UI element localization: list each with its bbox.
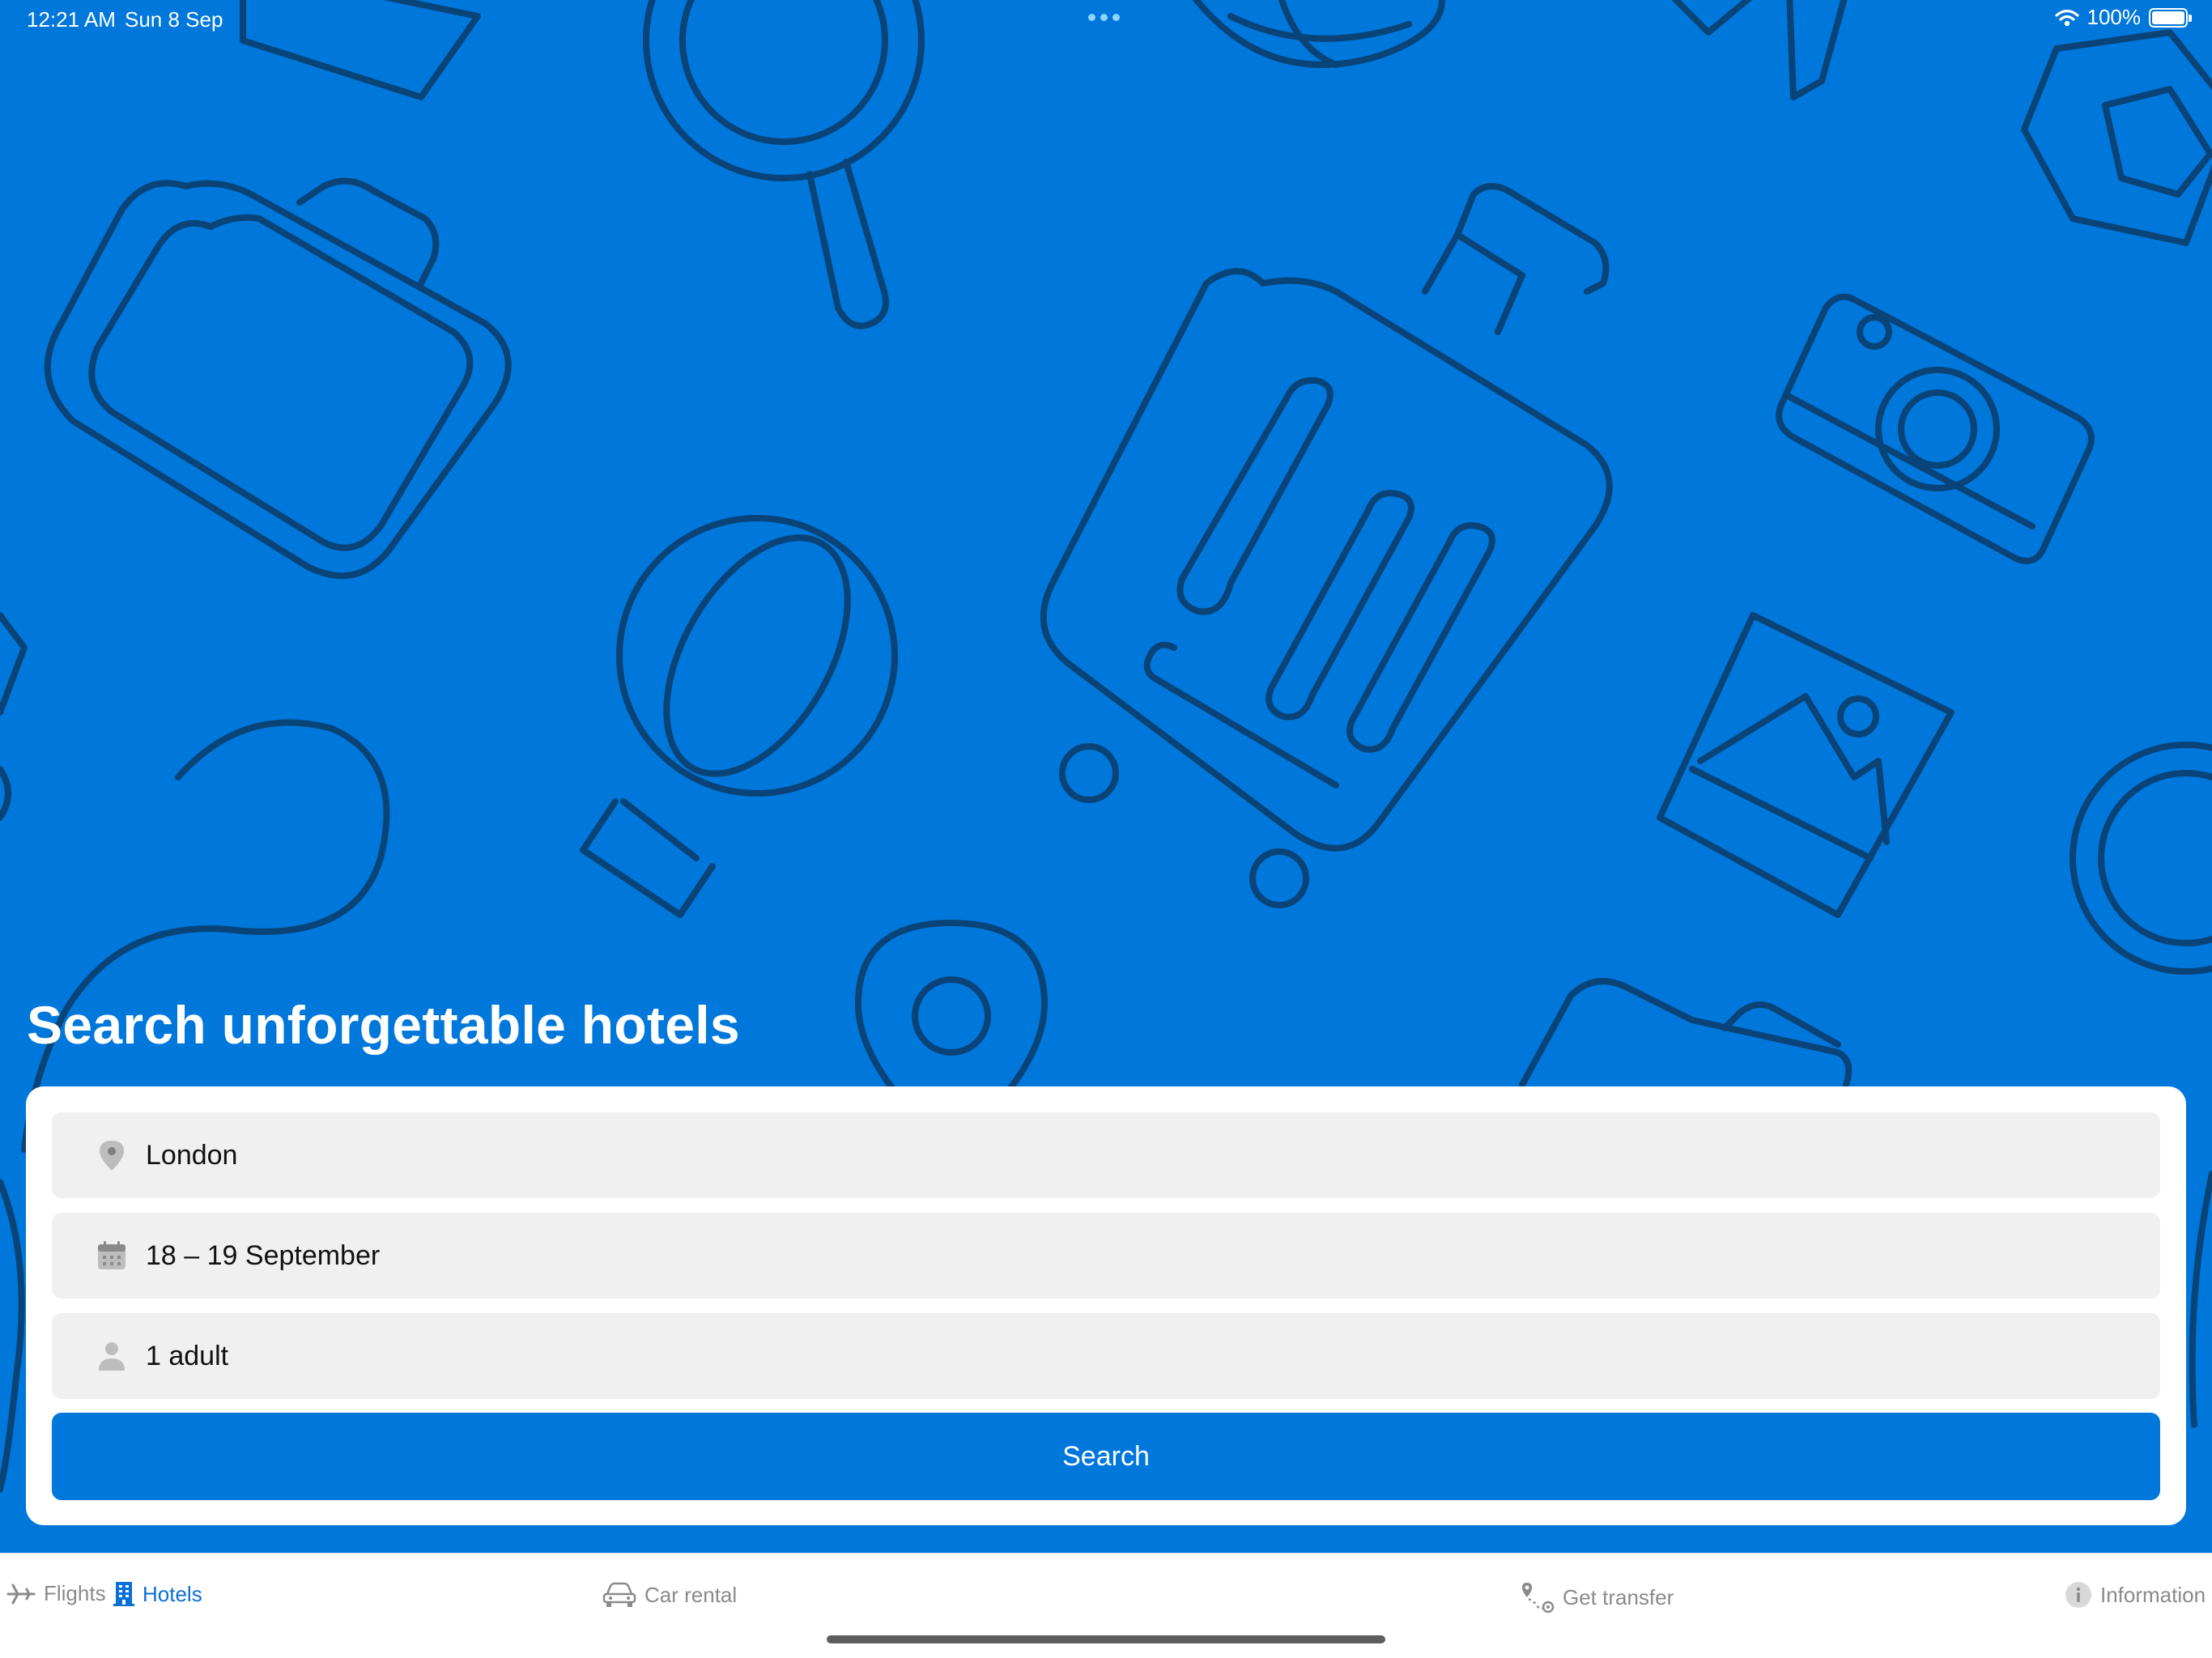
tab-label: Get transfer (1563, 1584, 1674, 1609)
status-right: 100% (2054, 5, 2192, 30)
destination-field[interactable]: London (52, 1112, 2160, 1198)
info-icon (2065, 1582, 2091, 1608)
search-button[interactable]: Search (52, 1413, 2160, 1500)
person-icon (94, 1338, 130, 1374)
dates-value: 18 – 19 September (146, 1239, 381, 1271)
tab-information[interactable]: Information (2065, 1581, 2206, 1609)
calendar-icon (94, 1238, 130, 1273)
wifi-icon (2054, 9, 2079, 26)
page-title: Search unforgettable hotels (27, 995, 740, 1055)
building-icon (113, 1582, 134, 1606)
airplane-icon (6, 1584, 36, 1604)
destination-value: London (146, 1139, 238, 1171)
tab-get-transfer[interactable]: Get transfer (1521, 1581, 1674, 1613)
guests-field[interactable]: 1 adult (52, 1313, 2160, 1399)
multitasking-dots[interactable] (1088, 14, 1120, 21)
status-time: 12:21 AM (27, 7, 116, 32)
battery-icon (2149, 7, 2192, 28)
tab-hotels[interactable]: Hotels (113, 1581, 202, 1607)
status-bar: 12:21 AM Sun 8 Sep 100% (0, 0, 2212, 39)
home-indicator[interactable] (827, 1635, 1385, 1643)
tab-flights[interactable]: Flights (6, 1581, 106, 1606)
status-date: Sun 8 Sep (125, 7, 223, 32)
car-icon (602, 1582, 636, 1607)
map-pin-icon (94, 1137, 130, 1173)
search-card: London 18 – 19 September 1 adult Search (26, 1086, 2186, 1525)
dates-field[interactable]: 18 – 19 September (52, 1213, 2160, 1299)
tab-label: Flights (44, 1581, 106, 1605)
tab-label: Information (2100, 1582, 2206, 1607)
battery-percent: 100% (2087, 5, 2142, 29)
route-icon (1522, 1583, 1555, 1613)
tab-label: Car rental (644, 1582, 738, 1607)
tab-car-rental[interactable]: Car rental (602, 1581, 737, 1609)
tab-label: Hotels (143, 1581, 202, 1606)
guests-value: 1 adult (146, 1340, 229, 1371)
